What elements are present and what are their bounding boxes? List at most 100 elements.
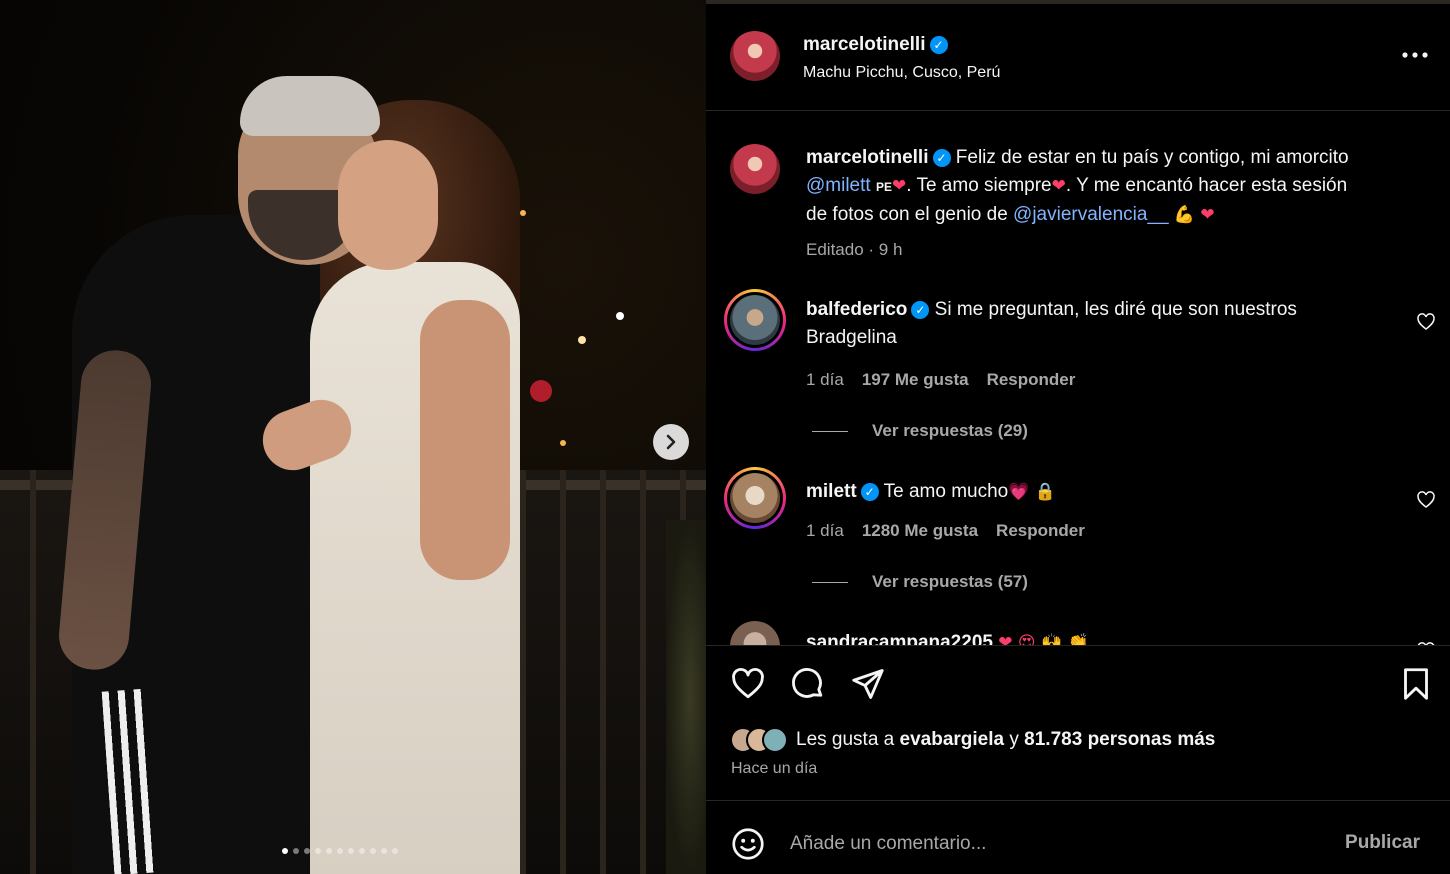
replies-label: Ver respuestas (57)	[872, 572, 1028, 591]
caption-text: marcelotinelli ✓ Feliz de estar en tu paí…	[806, 144, 1436, 229]
comment-meta: 1 día 1280 Me gusta Responder	[806, 521, 1085, 541]
verified-badge-icon: ✓	[860, 483, 879, 501]
carousel-dot	[370, 848, 376, 854]
comment-text: sandracampana2205 ❤ 😍 🙌 👏	[806, 629, 1386, 645]
post-side-panel: marcelotinelli ✓ Machu Picchu, Cusco, Per…	[706, 4, 1450, 874]
carousel-dot	[337, 848, 343, 854]
commenter-username[interactable]: balfederico	[806, 299, 907, 320]
woman-face	[338, 140, 438, 270]
carousel-dot	[304, 848, 310, 854]
bokeh-light	[560, 440, 566, 446]
comment-icon[interactable]	[790, 666, 826, 702]
caption-part: . Te amo siempre	[906, 175, 1052, 196]
mention-link[interactable]: @milett	[806, 175, 871, 196]
caption-part: . Y me encantó hacer esta sesión	[1065, 175, 1348, 196]
author-line: marcelotinelli ✓	[803, 34, 948, 56]
post-media[interactable]	[0, 0, 706, 874]
share-icon[interactable]	[850, 666, 886, 702]
likes-text: Les gusta a evabargiela y 81.783 persona…	[796, 729, 1215, 751]
heart-emoji: ❤	[891, 176, 907, 196]
caption-meta: Editado · 9 h	[806, 240, 902, 260]
verified-badge-icon: ✓	[929, 36, 948, 54]
carousel-dot	[392, 848, 398, 854]
comment-text: milett ✓ Te amo mucho💗 🔒	[806, 478, 1386, 506]
carousel-dot	[348, 848, 354, 854]
carousel-dots	[282, 848, 398, 854]
caption-avatar[interactable]	[730, 144, 780, 194]
divider	[706, 800, 1450, 801]
add-comment-bar: Publicar	[706, 808, 1450, 874]
emoji-reaction: ❤ 😍 🙌 👏	[998, 633, 1089, 645]
chevron-right-icon	[666, 434, 676, 450]
carousel-dot	[326, 848, 332, 854]
comment-body: Te amo mucho	[883, 481, 1009, 502]
commenter-avatar[interactable]	[730, 295, 780, 345]
heart-emoji: ❤	[1200, 205, 1215, 225]
liker-avatar	[762, 727, 788, 753]
more-options-button[interactable]	[1402, 44, 1428, 58]
flag-icon: PE	[875, 180, 892, 194]
woman-arm	[420, 300, 510, 580]
caption-username[interactable]: marcelotinelli	[806, 147, 929, 168]
more-horizontal-icon	[1402, 52, 1428, 58]
caption-part: de fotos con el genio de	[806, 204, 1008, 225]
comment-time: 1 día	[806, 521, 844, 540]
mention-link[interactable]: @javiervalencia__	[1013, 204, 1169, 225]
like-icon[interactable]	[730, 666, 766, 702]
verified-badge-icon: ✓	[911, 301, 930, 319]
bokeh-light	[578, 336, 586, 344]
commenter-avatar[interactable]	[730, 473, 780, 523]
likes-count[interactable]: 81.783 personas más	[1024, 729, 1215, 750]
caption-edited: Editado · 9 h	[806, 240, 903, 259]
likes-prefix: Les gusta a	[796, 729, 900, 750]
comment-input[interactable]	[790, 828, 1310, 860]
man-hair	[240, 76, 380, 136]
post-time[interactable]: Hace un día	[731, 760, 817, 778]
story-ring[interactable]	[724, 467, 786, 529]
post-actions	[706, 650, 1450, 720]
replies-label: Ver respuestas (29)	[872, 421, 1028, 440]
comment-likes[interactable]: 197 Me gusta	[862, 370, 969, 390]
carousel-dot	[282, 848, 288, 854]
carousel-dot	[315, 848, 321, 854]
liked-by-user[interactable]: evabargiela	[900, 729, 1005, 750]
verified-badge-icon: ✓	[932, 149, 951, 167]
emoji-icon[interactable]	[730, 826, 766, 862]
next-slide-button[interactable]	[653, 424, 689, 460]
author-username[interactable]: marcelotinelli	[803, 34, 926, 55]
post-header: marcelotinelli ✓ Machu Picchu, Cusco, Per…	[706, 4, 1450, 110]
post-location[interactable]: Machu Picchu, Cusco, Perú	[803, 64, 1000, 82]
author-avatar[interactable]	[730, 31, 780, 81]
reply-button[interactable]: Responder	[987, 370, 1076, 390]
commenter-username[interactable]: milett	[806, 481, 857, 502]
carousel-dot	[293, 848, 299, 854]
view-replies-button[interactable]: Ver respuestas (29)	[812, 421, 1028, 441]
commenter-avatar[interactable]	[730, 621, 780, 645]
like-comment-icon[interactable]	[1416, 490, 1436, 510]
bookmark-icon[interactable]	[1398, 666, 1434, 702]
likes-summary[interactable]: Les gusta a evabargiela y 81.783 persona…	[730, 724, 1215, 756]
heart-lock-emoji: 💗 🔒	[1008, 482, 1056, 502]
bokeh-light	[530, 380, 552, 402]
heart-emoji: ❤	[1051, 176, 1066, 196]
plant	[666, 520, 706, 874]
publish-button[interactable]: Publicar	[1345, 832, 1420, 854]
comment-meta: 1 día 197 Me gusta Responder	[806, 370, 1075, 390]
comment-body: Bradgelina	[806, 327, 897, 348]
story-ring[interactable]	[724, 289, 786, 351]
commenter-username[interactable]: sandracampana2205	[806, 632, 993, 645]
carousel-dot	[381, 848, 387, 854]
bokeh-light	[616, 312, 624, 320]
caption-part: Feliz de estar en tu país y contigo, mi …	[955, 147, 1349, 168]
carousel-dot	[359, 848, 365, 854]
like-comment-icon[interactable]	[1416, 312, 1436, 332]
flexed-biceps-emoji: 💪	[1173, 205, 1196, 225]
comment-likes[interactable]: 1280 Me gusta	[862, 521, 978, 541]
view-replies-button[interactable]: Ver respuestas (57)	[812, 572, 1028, 592]
comment-text: balfederico ✓ Si me preguntan, les diré q…	[806, 296, 1386, 352]
comment-body: Si me preguntan, les diré que son nuestr…	[934, 299, 1297, 320]
reply-button[interactable]: Responder	[996, 521, 1085, 541]
comments-list[interactable]: marcelotinelli ✓ Feliz de estar en tu paí…	[706, 111, 1450, 645]
replies-line	[812, 430, 848, 432]
bokeh-light	[520, 210, 526, 216]
